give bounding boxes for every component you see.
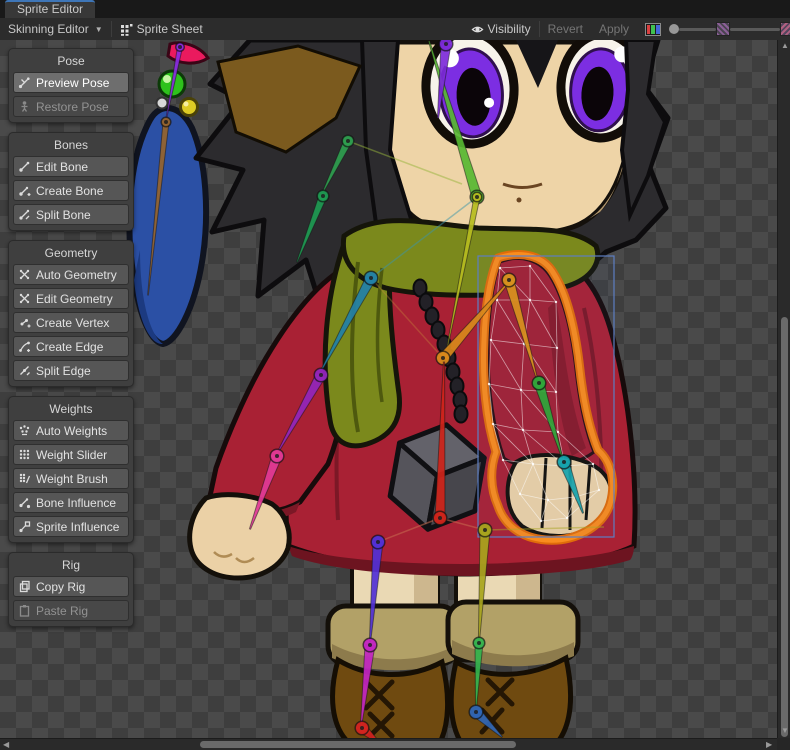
sprite-sheet-label: Sprite Sheet	[137, 22, 203, 36]
weight-brush-button[interactable]: Weight Brush	[13, 468, 129, 489]
scroll-down-icon[interactable]: ▼	[781, 727, 789, 735]
scroll-left-icon[interactable]: ◀	[3, 741, 9, 749]
panel-title: Geometry	[13, 246, 129, 260]
bone-add-icon	[18, 184, 31, 197]
scroll-up-icon[interactable]: ▲	[781, 42, 789, 50]
create-bone-button[interactable]: Create Bone	[13, 180, 129, 201]
color-swatch-button[interactable]	[637, 18, 669, 40]
mesh-opacity-slider[interactable]	[730, 22, 790, 36]
weight-slider-button[interactable]: Weight Slider	[13, 444, 129, 465]
bone-split-icon	[18, 208, 31, 221]
dot-grid-icon	[18, 448, 31, 461]
toolbar: Skinning Editor ▼ Sprite Sheet Visibilit…	[0, 18, 790, 41]
vertex-add-icon	[18, 316, 31, 329]
button-label: Split Bone	[36, 208, 91, 222]
vertical-scroll-thumb[interactable]	[781, 317, 788, 737]
bones-panel: Bones Edit Bone Create Bone Split Bone	[8, 132, 134, 231]
sprite-influence-button[interactable]: Sprite Influence	[13, 516, 129, 537]
vertical-scrollbar[interactable]: ▲ ▼	[777, 40, 790, 738]
restore-pose-button[interactable]: Restore Pose	[13, 96, 129, 117]
apply-button[interactable]: Apply	[591, 18, 637, 40]
horizontal-scroll-thumb[interactable]	[200, 741, 516, 748]
slider-track[interactable]	[679, 28, 716, 31]
dot-brush-icon	[18, 472, 31, 485]
create-edge-button[interactable]: Create Edge	[13, 336, 129, 357]
edit-bone-button[interactable]: Edit Bone	[13, 156, 129, 177]
edge-split-icon	[18, 364, 31, 377]
button-label: Weight Brush	[36, 472, 108, 486]
skinning-editor-dropdown[interactable]: Skinning Editor ▼	[0, 18, 111, 40]
mesh-icon	[18, 292, 31, 305]
sparkle-icon	[18, 424, 31, 437]
panel-title: Pose	[13, 54, 129, 68]
tool-panels: Pose Preview Pose Restore Pose Bones Edi…	[8, 48, 134, 636]
bone-influence-button[interactable]: Bone Influence	[13, 492, 129, 513]
button-label: Edit Geometry	[36, 292, 113, 306]
auto-weights-button[interactable]: Auto Weights	[13, 420, 129, 441]
paste-rig-button[interactable]: Paste Rig	[13, 600, 129, 621]
sprite-influence-icon	[18, 520, 31, 533]
bone-cross-icon	[18, 76, 31, 89]
panel-title: Weights	[13, 402, 129, 416]
bone-icon	[18, 160, 31, 173]
tab-bar: Sprite Editor	[0, 0, 790, 18]
person-icon	[18, 100, 31, 113]
slider-handle[interactable]	[669, 24, 679, 34]
visibility-label: Visibility	[488, 22, 531, 36]
pose-panel: Pose Preview Pose Restore Pose	[8, 48, 134, 123]
bone-influence-icon	[18, 496, 31, 509]
geometry-panel: Geometry Auto Geometry Edit Geometry Cre…	[8, 240, 134, 387]
chevron-down-icon: ▼	[95, 25, 103, 34]
scrollbar-corner	[777, 738, 790, 750]
button-label: Create Vertex	[36, 316, 109, 330]
paste-icon	[18, 604, 31, 617]
rig-panel: Rig Copy Rig Paste Rig	[8, 552, 134, 627]
button-label: Restore Pose	[36, 100, 109, 114]
copy-rig-button[interactable]: Copy Rig	[13, 576, 129, 597]
button-label: Copy Rig	[36, 580, 85, 594]
rgb-swatch-icon	[645, 23, 661, 36]
button-label: Create Bone	[36, 184, 103, 198]
split-edge-button[interactable]: Split Edge	[13, 360, 129, 381]
tab-sprite-editor[interactable]: Sprite Editor	[5, 0, 95, 18]
panel-title: Rig	[13, 558, 129, 572]
eye-icon	[471, 23, 484, 36]
mesh-icon	[18, 268, 31, 281]
revert-button[interactable]: Revert	[540, 18, 591, 40]
sprite-sheet-button[interactable]: Sprite Sheet	[112, 18, 211, 40]
sprite-sheet-icon	[120, 23, 133, 36]
button-label: Preview Pose	[36, 76, 109, 90]
visibility-toggle[interactable]: Visibility	[463, 18, 539, 40]
create-vertex-button[interactable]: Create Vertex	[13, 312, 129, 333]
button-label: Bone Influence	[36, 496, 116, 510]
split-bone-button[interactable]: Split Bone	[13, 204, 129, 225]
weights-panel: Weights Auto Weights Weight Slider Weigh…	[8, 396, 134, 543]
button-label: Auto Geometry	[36, 268, 117, 282]
edit-geometry-button[interactable]: Edit Geometry	[13, 288, 129, 309]
auto-geometry-button[interactable]: Auto Geometry	[13, 264, 129, 285]
button-label: Split Edge	[36, 364, 91, 378]
panel-title: Bones	[13, 138, 129, 152]
button-label: Create Edge	[36, 340, 103, 354]
sprite-editor-window: Sprite Editor Skinning Editor ▼ Sprite S…	[0, 0, 790, 750]
copy-icon	[18, 580, 31, 593]
edge-add-icon	[18, 340, 31, 353]
horizontal-scrollbar[interactable]: ◀ ▶	[0, 738, 777, 750]
feather-accessory	[129, 43, 208, 344]
slider-track[interactable]	[730, 28, 780, 31]
scroll-right-icon[interactable]: ▶	[766, 741, 772, 749]
mesh-opacity-icon	[780, 22, 790, 36]
preview-pose-button[interactable]: Preview Pose	[13, 72, 129, 93]
button-label: Auto Weights	[36, 424, 107, 438]
bone-opacity-icon	[716, 22, 730, 36]
bone-opacity-slider[interactable]	[669, 22, 730, 36]
button-label: Sprite Influence	[36, 520, 119, 534]
button-label: Paste Rig	[36, 604, 88, 618]
skinning-editor-label: Skinning Editor	[8, 22, 89, 36]
button-label: Weight Slider	[36, 448, 107, 462]
button-label: Edit Bone	[36, 160, 88, 174]
